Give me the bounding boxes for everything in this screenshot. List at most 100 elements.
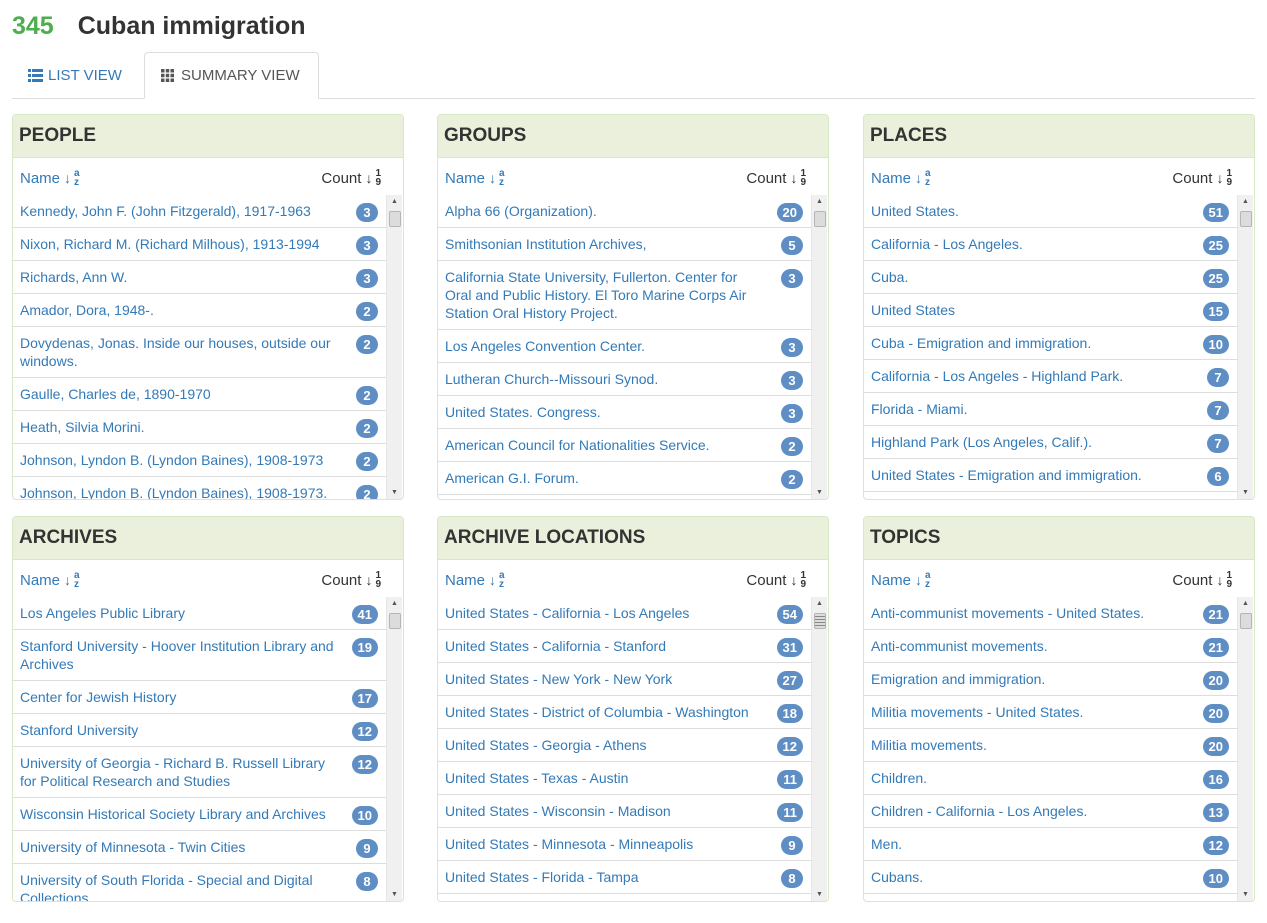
facet-row[interactable]: American Council for Nationalities Servi… bbox=[438, 429, 811, 462]
scroll-thumb[interactable] bbox=[814, 211, 826, 227]
facet-label[interactable]: Cuba - Emigration and immigration. bbox=[871, 335, 1091, 351]
scroll-thumb[interactable] bbox=[814, 613, 826, 629]
sort-by-name-button[interactable]: Name ↓ a z bbox=[871, 571, 931, 590]
facet-label[interactable]: Nixon, Richard M. (Richard Milhous), 191… bbox=[20, 236, 320, 252]
scroll-down-icon[interactable]: ▼ bbox=[387, 486, 402, 499]
sort-by-count-button[interactable]: Count ↓ 1 9 bbox=[321, 571, 381, 590]
sort-by-count-button[interactable]: Count ↓ 1 9 bbox=[746, 169, 806, 188]
facet-label[interactable]: United States - Emigration and immigrati… bbox=[871, 467, 1142, 483]
facet-row[interactable]: United States - Georgia - Athens 12 bbox=[438, 729, 811, 762]
facet-label[interactable]: United States - Texas - Austin bbox=[445, 770, 628, 786]
facet-label[interactable]: Alpha 66 (Organization). bbox=[445, 203, 597, 219]
sort-by-name-button[interactable]: Name ↓ a z bbox=[20, 169, 80, 188]
facet-row[interactable]: Gaulle, Charles de, 1890-1970 2 bbox=[13, 378, 386, 411]
scrollbar[interactable]: ▲ ▼ bbox=[1237, 597, 1253, 901]
facet-row[interactable]: American G.I. Forum. 2 bbox=[438, 462, 811, 495]
facet-label[interactable]: Kennedy, John F. (John Fitzgerald), 1917… bbox=[20, 203, 311, 219]
tab-summary-view[interactable]: SUMMARY VIEW bbox=[144, 52, 319, 99]
facet-row[interactable]: United States - Emigration and immigrati… bbox=[864, 459, 1237, 492]
facet-label[interactable]: Heath, Silvia Morini. bbox=[20, 419, 145, 435]
facet-row[interactable]: Nixon, Richard M. (Richard Milhous), 191… bbox=[13, 228, 386, 261]
facet-row[interactable]: Smithsonian Institution Archives, 5 bbox=[438, 228, 811, 261]
facet-row[interactable]: University of Georgia - Richard B. Russe… bbox=[13, 747, 386, 798]
scroll-up-icon[interactable]: ▲ bbox=[1238, 597, 1253, 611]
facet-row[interactable]: United States. Congress. 3 bbox=[438, 396, 811, 429]
facet-label[interactable]: Anti-communist movements - United States… bbox=[871, 605, 1144, 621]
facet-label[interactable]: United States - Wisconsin - Madison bbox=[445, 803, 671, 819]
facet-row[interactable]: University of Minnesota - Twin Cities 9 bbox=[13, 831, 386, 864]
facet-label[interactable]: United States. Congress. bbox=[445, 404, 601, 420]
facet-label[interactable]: Los Angeles Convention Center. bbox=[445, 338, 645, 354]
facet-row[interactable]: University of South Florida - Special an… bbox=[13, 864, 386, 901]
facet-label[interactable]: Lutheran Church--Missouri Synod. bbox=[445, 371, 658, 387]
facet-row[interactable]: Stanford University - Hoover Institution… bbox=[13, 630, 386, 681]
facet-label[interactable]: Amador, Dora, 1948-. bbox=[20, 302, 154, 318]
facet-label[interactable]: United States - Florida - Tampa bbox=[445, 869, 639, 885]
facet-row[interactable]: Anti-communist movements. 21 bbox=[864, 630, 1237, 663]
facet-row[interactable]: Emigration and immigration. 20 bbox=[864, 663, 1237, 696]
facet-label[interactable]: American Council for Nationalities Servi… bbox=[445, 437, 710, 453]
facet-row[interactable]: California State University, Fullerton. … bbox=[438, 261, 811, 330]
facet-row[interactable]: Cuba - Emigration and immigration. 10 bbox=[864, 327, 1237, 360]
facet-label[interactable]: Richards, Ann W. bbox=[20, 269, 127, 285]
facet-label[interactable]: Johnson, Lyndon B. (Lyndon Baines), 1908… bbox=[20, 485, 327, 499]
facet-row[interactable]: Richards, Ann W. 3 bbox=[13, 261, 386, 294]
scroll-up-icon[interactable]: ▲ bbox=[812, 597, 827, 611]
sort-by-name-button[interactable]: Name ↓ a z bbox=[445, 169, 505, 188]
facet-label[interactable]: United States - District of Columbia - W… bbox=[445, 704, 749, 720]
facet-row[interactable]: Men. 12 bbox=[864, 828, 1237, 861]
scroll-thumb[interactable] bbox=[389, 211, 401, 227]
facet-row[interactable]: Militia movements - United States. 20 bbox=[864, 696, 1237, 729]
facet-label[interactable]: Gaulle, Charles de, 1890-1970 bbox=[20, 386, 211, 402]
scroll-down-icon[interactable]: ▼ bbox=[1238, 486, 1253, 499]
facet-label[interactable]: Wisconsin Historical Society Library and… bbox=[20, 806, 326, 822]
facet-row[interactable]: Johnson, Lyndon B. (Lyndon Baines), 1908… bbox=[13, 444, 386, 477]
sort-by-count-button[interactable]: Count ↓ 1 9 bbox=[1172, 169, 1232, 188]
facet-row[interactable]: Cubans. 10 bbox=[864, 861, 1237, 894]
facet-label[interactable]: Stanford University - Hoover Institution… bbox=[20, 638, 334, 672]
facet-label[interactable]: Highland Park (Los Angeles, Calif.). bbox=[871, 434, 1092, 450]
facet-row[interactable]: Militia movements. 20 bbox=[864, 729, 1237, 762]
sort-by-name-button[interactable]: Name ↓ a z bbox=[445, 571, 505, 590]
facet-label[interactable]: Men. bbox=[871, 836, 902, 852]
facet-label[interactable]: Children. bbox=[871, 770, 927, 786]
facet-label[interactable]: Florida - Miami. bbox=[871, 401, 967, 417]
scroll-up-icon[interactable]: ▲ bbox=[812, 195, 827, 209]
facet-row[interactable]: Kennedy, John F. (John Fitzgerald), 1917… bbox=[13, 195, 386, 228]
facet-row[interactable]: Lutheran Church--Missouri Synod. 3 bbox=[438, 363, 811, 396]
scroll-down-icon[interactable]: ▼ bbox=[812, 888, 827, 901]
facet-label[interactable]: United States - Georgia - Athens bbox=[445, 737, 647, 753]
scroll-thumb[interactable] bbox=[1240, 613, 1252, 629]
facet-label[interactable]: Children - California - Los Angeles. bbox=[871, 803, 1087, 819]
facet-label[interactable]: Johnson, Lyndon B. (Lyndon Baines), 1908… bbox=[20, 452, 323, 468]
sort-by-name-button[interactable]: Name ↓ a z bbox=[20, 571, 80, 590]
facet-row[interactable]: United States - New York - New York 27 bbox=[438, 663, 811, 696]
facet-row[interactable]: California - Los Angeles - Highland Park… bbox=[864, 360, 1237, 393]
facet-label[interactable]: Los Angeles Public Library bbox=[20, 605, 185, 621]
facet-label[interactable]: United States bbox=[871, 302, 955, 318]
facet-label[interactable]: United States - Minnesota - Minneapolis bbox=[445, 836, 693, 852]
facet-label[interactable]: United States - California - Los Angeles bbox=[445, 605, 689, 621]
facet-label[interactable]: Smithsonian Institution Archives, bbox=[445, 236, 647, 252]
facet-row[interactable]: Children. 16 bbox=[864, 762, 1237, 795]
facet-row[interactable]: Cuba. 25 bbox=[864, 261, 1237, 294]
sort-by-name-button[interactable]: Name ↓ a z bbox=[871, 169, 931, 188]
scrollbar[interactable]: ▲ ▼ bbox=[811, 195, 827, 499]
facet-label[interactable]: Center for Jewish History bbox=[20, 689, 176, 705]
facet-label[interactable]: Militia movements - United States. bbox=[871, 704, 1083, 720]
facet-row[interactable]: Alpha 66 (Organization). 20 bbox=[438, 195, 811, 228]
scroll-up-icon[interactable]: ▲ bbox=[387, 597, 402, 611]
facet-row[interactable]: United States - California - Stanford 31 bbox=[438, 630, 811, 663]
facet-row[interactable]: United States - District of Columbia - W… bbox=[438, 696, 811, 729]
facet-label[interactable]: Emigration and immigration. bbox=[871, 671, 1045, 687]
facet-label[interactable]: Cubans. bbox=[871, 869, 923, 885]
facet-row[interactable]: Anti-communist movements - United States… bbox=[864, 597, 1237, 630]
facet-label[interactable]: Dovydenas, Jonas. Inside our houses, out… bbox=[20, 335, 331, 369]
facet-label[interactable]: California - Los Angeles - Highland Park… bbox=[871, 368, 1123, 384]
sort-by-count-button[interactable]: Count ↓ 1 9 bbox=[746, 571, 806, 590]
facet-row[interactable]: Highland Park (Los Angeles, Calif.). 7 bbox=[864, 426, 1237, 459]
scrollbar[interactable]: ▲ ▼ bbox=[386, 195, 402, 499]
facet-row[interactable]: Center for Jewish History 17 bbox=[13, 681, 386, 714]
scroll-up-icon[interactable]: ▲ bbox=[1238, 195, 1253, 209]
facet-label[interactable]: Cuba. bbox=[871, 269, 908, 285]
